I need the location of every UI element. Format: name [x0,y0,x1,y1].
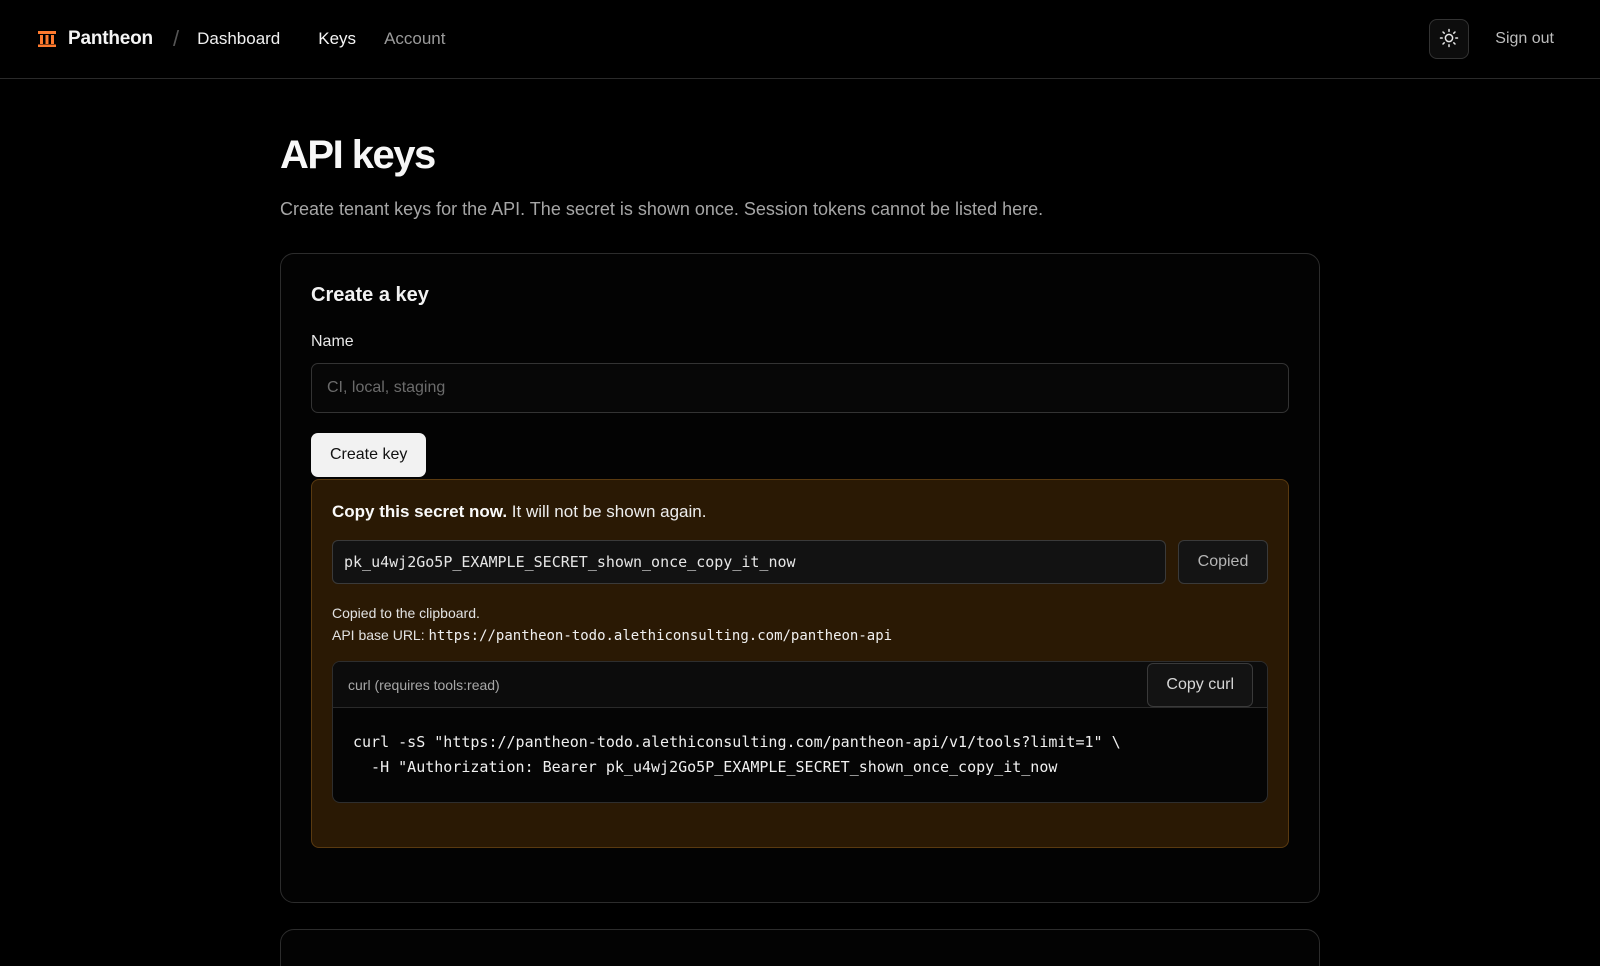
page-title: API keys [280,133,436,177]
breadcrumb-dashboard[interactable]: Dashboard [197,29,280,49]
nav-item-account[interactable]: Account [384,29,445,49]
topbar-actions: Sign out [1429,19,1562,59]
nav-item-keys[interactable]: Keys [318,29,356,49]
create-key-card: Create a key Name Create key Copy this s… [280,253,1320,903]
curl-code-block[interactable]: curl -sS "https://pantheon-todo.alethico… [333,708,1267,802]
brand-name: Pantheon [68,28,153,49]
curl-header: curl (requires tools:read) Copy curl [333,662,1267,708]
card-title: Create a key [311,284,429,306]
curl-label: curl (requires tools:read) [348,676,500,693]
sun-icon [1439,28,1459,51]
create-key-button[interactable]: Create key [311,433,427,477]
base-url-label: API base URL: [332,627,429,643]
page-subtitle: Create tenant keys for the API. The secr… [280,199,1044,219]
top-navigation-bar: Pantheon / Dashboard Keys Account Sign o… [0,0,1600,79]
secret-row: pk_u4wj2Go5P_EXAMPLE_SECRET_shown_once_c… [332,540,1268,584]
copy-secret-button[interactable]: Copied [1178,540,1268,584]
secret-callout: Copy this secret now. It will not be sho… [311,479,1289,848]
base-url-value: https://pantheon-todo.alethiconsulting.c… [428,628,893,644]
breadcrumb-separator: / [172,26,180,51]
sign-out-link[interactable]: Sign out [1495,30,1554,48]
main-nav: Keys Account [318,29,445,49]
copy-status: Copied to the clipboard. API base URL: h… [332,602,1268,647]
theme-toggle-button[interactable] [1429,19,1470,59]
copy-curl-button[interactable]: Copy curl [1147,662,1253,707]
main-content: API keys Create tenant keys for the API.… [280,79,1320,966]
brand[interactable]: Pantheon [38,28,153,50]
name-label: Name [311,333,354,350]
name-input[interactable] [311,363,1289,413]
curl-snippet: curl (requires tools:read) Copy curl cur… [332,661,1268,803]
secret-value-field[interactable]: pk_u4wj2Go5P_EXAMPLE_SECRET_shown_once_c… [332,540,1166,584]
secret-warning-rest: It will not be shown again. [507,502,707,521]
keys-list-card [280,929,1320,966]
pantheon-columns-icon [38,31,56,47]
base-url-line: API base URL: https://pantheon-todo.alet… [332,624,1268,647]
copied-message: Copied to the clipboard. [332,605,480,621]
secret-warning: Copy this secret now. It will not be sho… [332,502,1268,522]
secret-warning-bold: Copy this secret now. [332,502,508,521]
